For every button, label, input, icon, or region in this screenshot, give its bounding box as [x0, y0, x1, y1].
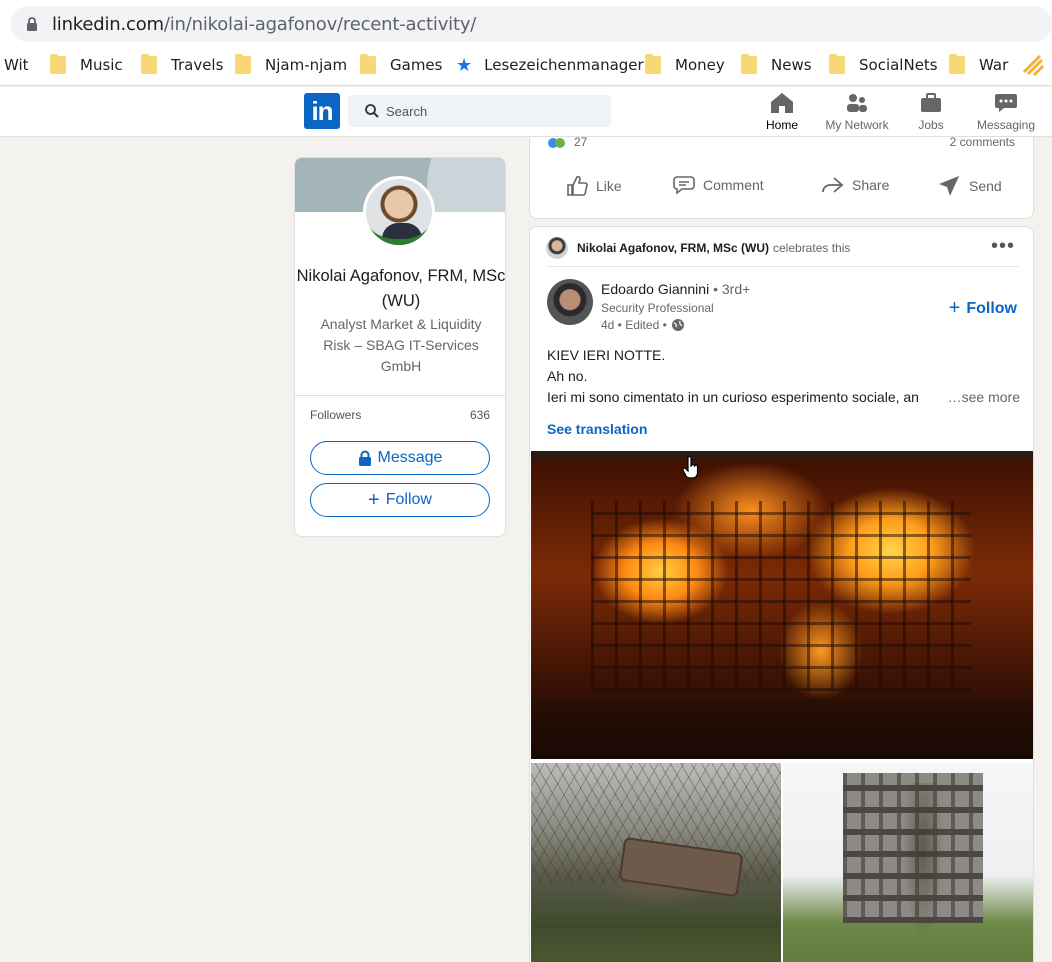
post-text: KIEV IERI NOTTE. Ah no. Ieri mi sono cim…	[547, 345, 1020, 408]
plus-icon: +	[948, 297, 961, 319]
nav-home[interactable]: Home	[742, 91, 822, 132]
search-icon	[365, 104, 379, 118]
messaging-icon	[995, 94, 1017, 112]
post-image-burning-building[interactable]	[531, 451, 1033, 759]
folder-icon	[645, 54, 661, 74]
profile-card: Nikolai Agafonov, FRM, MSc (WU) Analyst …	[294, 157, 506, 537]
like-icon	[567, 175, 588, 196]
profile-name[interactable]: Nikolai Agafonov, FRM, MSc (WU)	[295, 264, 505, 314]
bookmark-money[interactable]: Money	[645, 54, 725, 76]
address-bar[interactable]: linkedin.com/in/nikolai-agafonov/recent-…	[10, 6, 1052, 42]
home-icon	[771, 93, 793, 113]
follow-author-button[interactable]: + Follow	[949, 297, 1017, 320]
more-options-icon[interactable]: •••	[991, 235, 1015, 258]
celebrator-name[interactable]: Nikolai Agafonov, FRM, MSc (WU)	[577, 241, 769, 255]
bookmark-travels[interactable]: Travels	[141, 54, 223, 76]
celebrator-avatar[interactable]	[546, 237, 568, 259]
folder-icon	[949, 54, 965, 74]
bookmark-wit[interactable]: Wit	[4, 54, 29, 76]
post-image-destroyed-train[interactable]	[531, 763, 781, 962]
lock-icon	[27, 17, 37, 31]
folder-icon	[50, 54, 66, 74]
comments-count[interactable]: 2 comments	[950, 135, 1015, 149]
nav-my-network-label: My Network	[825, 118, 889, 132]
message-button[interactable]: Message	[310, 441, 490, 475]
browser-url-bar: linkedin.com/in/nikolai-agafonov/recent-…	[0, 0, 1052, 46]
lock-icon	[358, 450, 371, 466]
url-text: linkedin.com/in/nikolai-agafonov/recent-…	[52, 14, 477, 35]
share-button[interactable]: Share	[820, 175, 889, 195]
comment-icon	[673, 176, 695, 195]
author-headline: Security Professional	[601, 301, 714, 315]
followers-label: Followers	[310, 408, 362, 422]
folder-icon	[829, 54, 845, 74]
folder-icon	[741, 54, 757, 74]
post-image-ruined-building[interactable]	[783, 763, 1033, 962]
post-timestamp: 4d • Edited •	[601, 318, 685, 332]
profile-divider	[295, 395, 505, 396]
send-button[interactable]: Send	[937, 175, 1002, 197]
share-icon	[822, 177, 844, 193]
celebrate-header: Nikolai Agafonov, FRM, MSc (WU) celebrat…	[546, 237, 850, 259]
search-input[interactable]: Search	[348, 95, 611, 127]
folder-icon	[360, 54, 376, 74]
profile-headline: Analyst Market & Liquidity Risk – SBAG I…	[320, 316, 482, 374]
post-text-line: KIEV IERI NOTTE.	[547, 347, 666, 363]
bookmark-news[interactable]: News	[741, 54, 812, 76]
nav-jobs-label: Jobs	[918, 118, 944, 132]
send-icon	[939, 176, 959, 196]
post-divider	[546, 266, 1019, 267]
follow-profile-button[interactable]: + Follow	[310, 483, 490, 517]
bookmark-lesezeichenmanager[interactable]: ★ Lesezeichenmanager	[456, 54, 644, 76]
bookmark-games[interactable]: Games	[360, 54, 442, 76]
see-translation-link[interactable]: See translation	[547, 421, 647, 437]
folder-icon	[235, 54, 251, 74]
comment-button[interactable]: Comment	[673, 175, 764, 195]
post-text-line: Ieri mi sono cimentato in un curioso esp…	[547, 389, 919, 405]
see-more-link[interactable]: …see more	[948, 387, 1020, 408]
nav-my-network[interactable]: My Network	[817, 91, 897, 132]
author-name[interactable]: Edoardo Giannini • 3rd+	[601, 281, 750, 297]
star-icon: ★	[456, 54, 473, 76]
post-text-line: Ah no.	[547, 368, 588, 384]
bookmarks-bar: Wit Music Travels Njam-njam Games ★ Lesez…	[0, 46, 1052, 86]
message-button-label: Message	[377, 449, 443, 466]
follow-profile-label: Follow	[385, 491, 432, 508]
bookmark-socialnets[interactable]: SocialNets	[829, 54, 938, 76]
network-icon	[847, 94, 867, 112]
globe-icon	[671, 319, 684, 331]
profile-avatar[interactable]	[363, 176, 435, 248]
bookmark-music[interactable]: Music	[50, 54, 123, 76]
nav-messaging-label: Messaging	[976, 118, 1036, 132]
folder-icon	[141, 54, 157, 74]
nav-home-label: Home	[765, 118, 798, 132]
bookmark-war[interactable]: War	[949, 54, 1008, 76]
reactions-count[interactable]: 27	[548, 135, 587, 149]
like-button[interactable]: Like	[566, 175, 622, 197]
hand-cursor-icon	[682, 456, 699, 479]
bookmark-overflow-icon[interactable]	[1022, 54, 1044, 76]
linkedin-header: in Search Home My Network Jobs Messaging	[0, 87, 1052, 137]
followers-count: 636	[469, 408, 490, 422]
briefcase-icon	[921, 93, 941, 112]
previous-post-card: 27 2 comments Like Comment Share Send	[529, 135, 1034, 219]
nav-jobs[interactable]: Jobs	[891, 91, 971, 132]
linkedin-logo[interactable]: in	[304, 93, 340, 129]
post-card: Nikolai Agafonov, FRM, MSc (WU) celebrat…	[529, 226, 1034, 962]
author-avatar[interactable]	[547, 279, 593, 325]
celebrates-text: celebrates this	[773, 241, 851, 255]
plus-icon: +	[368, 488, 380, 511]
search-placeholder: Search	[386, 104, 428, 119]
reaction-icons	[548, 137, 568, 148]
nav-messaging[interactable]: Messaging	[966, 91, 1046, 132]
bookmark-njam-njam[interactable]: Njam-njam	[235, 54, 347, 76]
